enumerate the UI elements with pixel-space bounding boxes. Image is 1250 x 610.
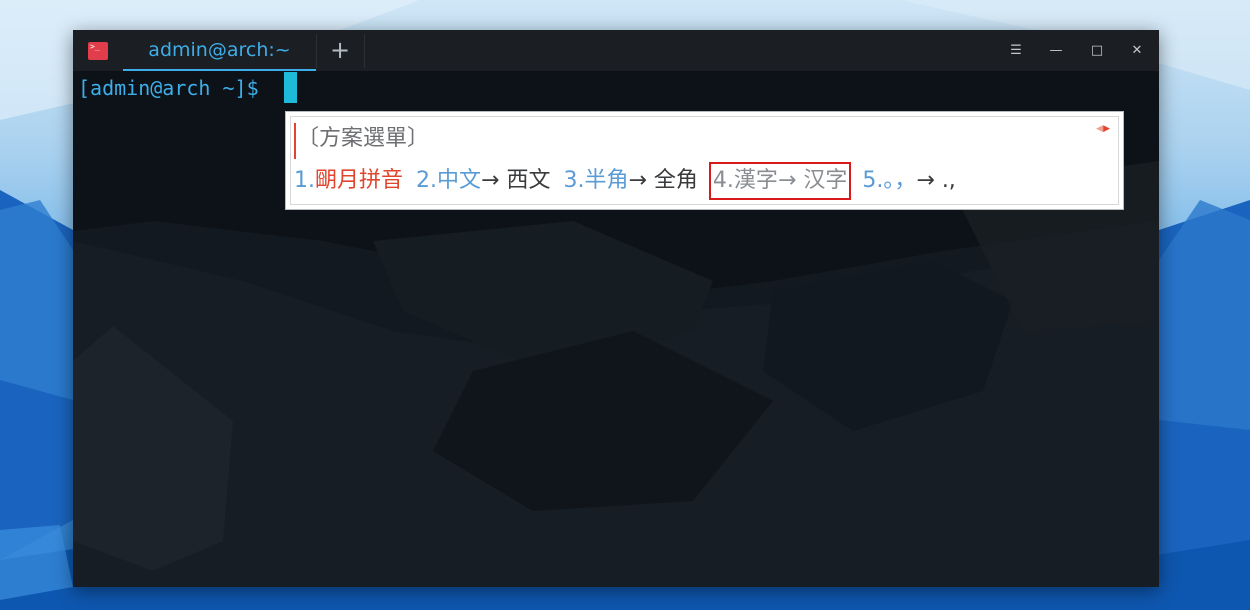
title-bar: >_ admin@arch:~ + ☰ — □ ✕ bbox=[73, 30, 1159, 71]
candidate-text: 中文 bbox=[437, 168, 482, 193]
new-tab-button[interactable]: + bbox=[323, 30, 357, 71]
candidate-number: 2. bbox=[416, 168, 438, 193]
ime-input-caret bbox=[294, 123, 296, 159]
shell-prompt: [admin@arch ~]$ bbox=[78, 76, 259, 100]
candidate-3[interactable]: 3.半角→ 全角 bbox=[563, 164, 697, 198]
candidate-text: 。， bbox=[883, 168, 917, 193]
candidate-number: 3. bbox=[563, 168, 585, 193]
menu-button[interactable]: ☰ bbox=[1006, 41, 1026, 61]
candidate-number: 4. bbox=[712, 168, 734, 193]
minimize-button[interactable]: — bbox=[1046, 41, 1066, 61]
tab-admin-arch[interactable]: admin@arch:~ bbox=[123, 30, 316, 71]
candidate-number: 1. bbox=[294, 168, 315, 193]
tab-divider bbox=[364, 34, 365, 68]
ime-candidate-popup: 〔方案選單〕 ◀▶ 1.朙月拼音 2.中文→ 西文 3.半角→ 全角 4.漢字→… bbox=[285, 111, 1124, 210]
candidate-4[interactable]: 4.漢字→ 汉字 bbox=[708, 162, 852, 200]
candidate-text: 漢字 bbox=[733, 168, 778, 193]
candidate-comment: → 全角 bbox=[628, 168, 698, 193]
candidate-text: 半角 bbox=[584, 168, 629, 193]
page-next-icon[interactable]: ▶ bbox=[1103, 124, 1110, 134]
candidate-number: 5. bbox=[862, 168, 884, 193]
candidate-2[interactable]: 2.中文→ 西文 bbox=[416, 164, 550, 198]
candidate-comment: → ., bbox=[916, 168, 956, 193]
close-button[interactable]: ✕ bbox=[1127, 41, 1147, 61]
candidate-text: 朙月拼音 bbox=[315, 168, 404, 193]
text-cursor bbox=[284, 72, 297, 103]
candidate-comment: → 西文 bbox=[481, 168, 551, 193]
tab-divider bbox=[316, 34, 317, 68]
candidate-comment: → 汉字 bbox=[777, 168, 848, 193]
ime-page-arrows[interactable]: ◀▶ bbox=[1096, 123, 1110, 135]
candidate-5[interactable]: 5.。，→ ., bbox=[862, 164, 955, 198]
ime-schema-menu-title: 〔方案選單〕 bbox=[297, 126, 430, 151]
maximize-button[interactable]: □ bbox=[1087, 41, 1107, 61]
candidate-1[interactable]: 1.朙月拼音 bbox=[294, 164, 403, 198]
ime-candidate-list: 1.朙月拼音 2.中文→ 西文 3.半角→ 全角 4.漢字→ 汉字 5.。，→ … bbox=[294, 162, 956, 200]
terminal-app-icon: >_ bbox=[88, 42, 108, 60]
